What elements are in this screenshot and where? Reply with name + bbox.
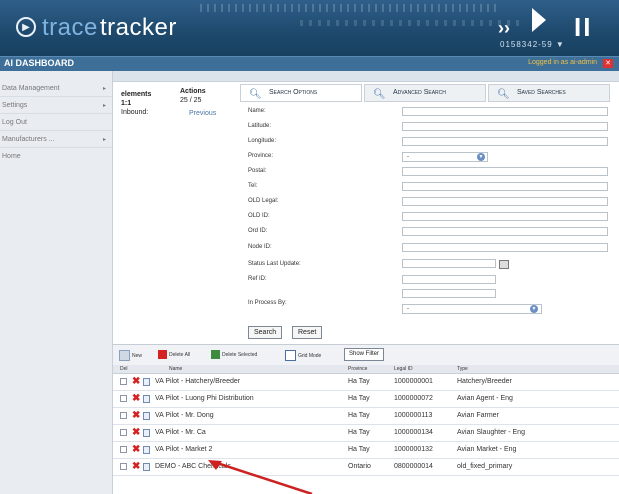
annotation-arrow: [208, 460, 313, 494]
annotation-arrow-line: [213, 460, 313, 494]
